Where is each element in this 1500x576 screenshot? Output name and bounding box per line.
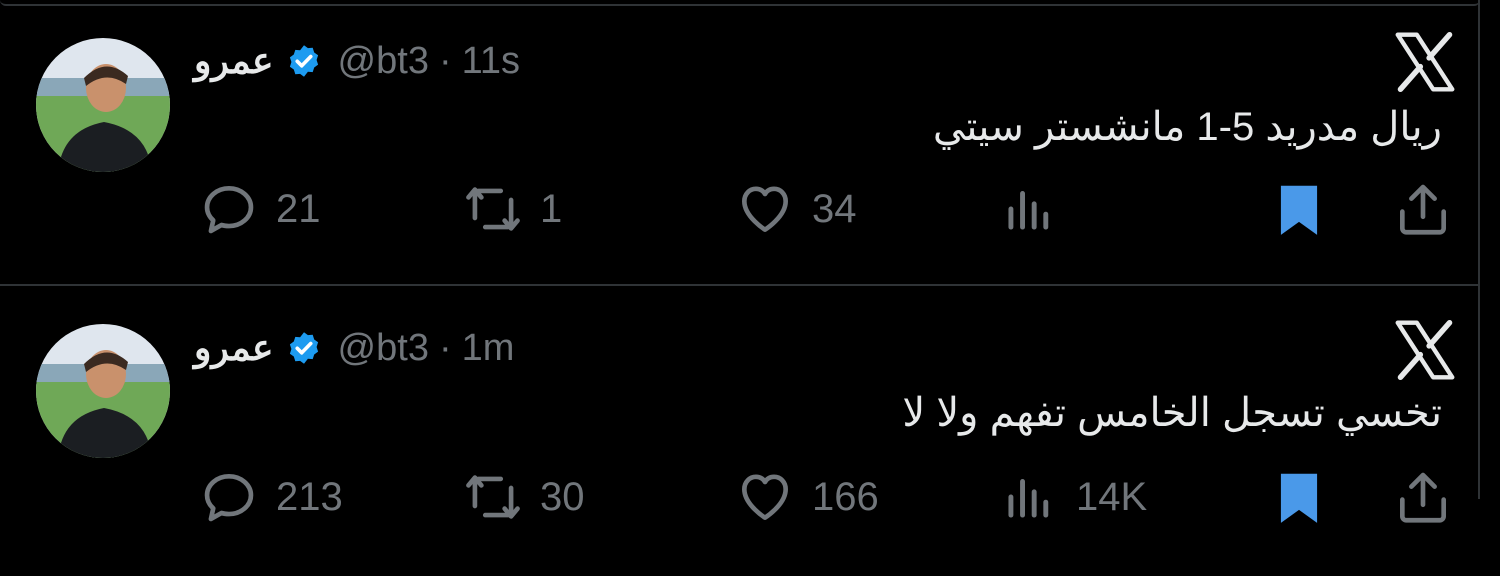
like-count: 34 — [812, 186, 857, 231]
verified-badge-icon — [289, 332, 318, 364]
avatar[interactable] — [36, 324, 170, 458]
tweet-header: عمرو @bt3 · 1m — [194, 323, 514, 373]
timestamp[interactable]: 1m — [462, 327, 515, 370]
timestamp[interactable]: 11s — [462, 40, 520, 83]
share-button[interactable] — [1392, 178, 1454, 240]
tweet-2[interactable]: عمرو @bt3 · 1m تخسي تسجل الخامس تفهم ولا… — [0, 286, 1480, 576]
tweet-text: ريال مدريد 5-1 مانشستر سيتي — [932, 105, 1442, 149]
views-icon — [1008, 479, 1049, 518]
heart-icon — [742, 474, 788, 520]
retweet-button[interactable]: 30 — [462, 466, 585, 528]
separator-dot: · — [438, 39, 452, 82]
retweet-button[interactable]: 1 — [462, 178, 562, 240]
handle[interactable]: @bt3 — [338, 40, 429, 83]
action-bar: 21 1 34 — [0, 178, 1480, 238]
views-count: 14K — [1076, 474, 1148, 519]
display-name[interactable]: عمرو — [194, 327, 274, 369]
retweet-count: 30 — [540, 474, 585, 519]
action-bar: 213 30 166 14K — [0, 466, 1480, 526]
views-icon — [1008, 191, 1049, 230]
tweet-text: تخسي تسجل الخامس تفهم ولا لا — [902, 391, 1442, 435]
like-button[interactable]: 166 — [734, 466, 879, 528]
retweet-icon — [466, 475, 520, 519]
verified-badge-icon — [289, 45, 318, 77]
avatar-photo — [36, 38, 170, 172]
x-logo-icon[interactable] — [1392, 320, 1458, 380]
like-button[interactable]: 34 — [734, 178, 857, 240]
reply-count: 213 — [276, 474, 343, 519]
bookmark-icon — [1280, 473, 1318, 523]
reply-button[interactable]: 21 — [198, 178, 321, 240]
avatar[interactable] — [36, 38, 170, 172]
reply-button[interactable]: 213 — [198, 466, 343, 528]
x-logo-icon[interactable] — [1392, 32, 1458, 92]
views-button[interactable] — [998, 178, 1076, 240]
bookmark-button[interactable] — [1268, 466, 1330, 528]
bookmark-button[interactable] — [1268, 178, 1330, 240]
reply-count: 21 — [276, 186, 321, 231]
retweet-count: 1 — [540, 186, 563, 231]
bookmark-icon — [1280, 185, 1318, 235]
views-button[interactable]: 14K — [998, 466, 1147, 528]
reply-icon — [204, 186, 254, 234]
heart-icon — [742, 186, 788, 232]
share-icon — [1400, 472, 1446, 523]
reply-icon — [204, 474, 254, 522]
like-count: 166 — [812, 474, 879, 519]
share-button[interactable] — [1392, 466, 1454, 528]
avatar-photo — [36, 324, 170, 458]
tweet-header: عمرو @bt3 · 11s — [194, 36, 520, 86]
separator-dot: · — [438, 326, 452, 369]
display-name[interactable]: عمرو — [194, 40, 274, 82]
share-icon — [1400, 184, 1446, 235]
handle[interactable]: @bt3 — [338, 327, 429, 370]
tweet-1[interactable]: عمرو @bt3 · 11s ريال مدريد 5-1 مانشستر س… — [0, 0, 1480, 290]
retweet-icon — [466, 187, 520, 231]
